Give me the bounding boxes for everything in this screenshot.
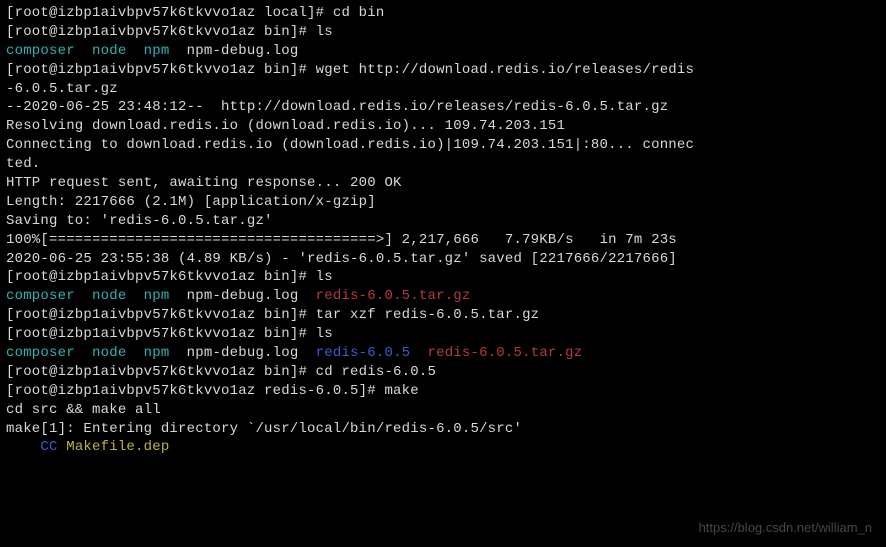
- terminal-text-segment: [root@izbp1aivbpv57k6tkvvo1az bin]# cd r…: [6, 364, 436, 380]
- terminal-text-segment: 2020-06-25 23:55:38 (4.89 KB/s) - 'redis…: [6, 251, 677, 267]
- terminal-text-segment: CC: [40, 439, 57, 455]
- terminal-text-segment: cd src && make all: [6, 402, 161, 418]
- terminal-text-segment: composer: [6, 288, 75, 304]
- terminal-text-segment: make[1]: Entering directory `/usr/local/…: [6, 421, 522, 437]
- terminal-text-segment: [root@izbp1aivbpv57k6tkvvo1az bin]# wget…: [6, 62, 694, 78]
- terminal-text-segment: npm-debug.log: [169, 43, 298, 59]
- terminal-text-segment: [126, 288, 143, 304]
- terminal-text-segment: node: [92, 43, 126, 59]
- terminal-line: [root@izbp1aivbpv57k6tkvvo1az bin]# ls: [6, 268, 880, 287]
- terminal-line: composer node npm npm-debug.log: [6, 42, 880, 61]
- terminal-text-segment: composer: [6, 345, 75, 361]
- terminal-line: -6.0.5.tar.gz: [6, 80, 880, 99]
- terminal-line: CC Makefile.dep: [6, 438, 880, 457]
- watermark-text: https://blog.csdn.net/william_n: [699, 519, 872, 537]
- terminal-text-segment: Resolving download.redis.io (download.re…: [6, 118, 565, 134]
- terminal-line: Saving to: 'redis-6.0.5.tar.gz': [6, 212, 880, 231]
- terminal-text-segment: npm-debug.log: [169, 288, 315, 304]
- terminal-text-segment: npm-debug.log: [169, 345, 315, 361]
- terminal-line: HTTP request sent, awaiting response... …: [6, 174, 880, 193]
- terminal-text-segment: [root@izbp1aivbpv57k6tkvvo1az local]# cd…: [6, 5, 384, 21]
- terminal-text-segment: [126, 43, 143, 59]
- terminal-text-segment: Length: 2217666 (2.1M) [application/x-gz…: [6, 194, 376, 210]
- terminal-text-segment: [75, 288, 92, 304]
- terminal-text-segment: [root@izbp1aivbpv57k6tkvvo1az bin]# ls: [6, 269, 333, 285]
- terminal-text-segment: redis-6.0.5.tar.gz: [428, 345, 583, 361]
- terminal-text-segment: [75, 345, 92, 361]
- terminal-text-segment: npm: [144, 288, 170, 304]
- terminal-text-segment: Saving to: 'redis-6.0.5.tar.gz': [6, 213, 273, 229]
- terminal-text-segment: -6.0.5.tar.gz: [6, 81, 118, 97]
- terminal-text-segment: [root@izbp1aivbpv57k6tkvvo1az bin]# tar …: [6, 307, 539, 323]
- terminal-text-segment: [410, 345, 427, 361]
- terminal-text-segment: [58, 439, 67, 455]
- terminal-text-segment: ted.: [6, 156, 40, 172]
- terminal-text-segment: [root@izbp1aivbpv57k6tkvvo1az bin]# ls: [6, 326, 333, 342]
- terminal-line: Resolving download.redis.io (download.re…: [6, 117, 880, 136]
- terminal-text-segment: HTTP request sent, awaiting response... …: [6, 175, 402, 191]
- terminal-line: [root@izbp1aivbpv57k6tkvvo1az bin]# cd r…: [6, 363, 880, 382]
- terminal-text-segment: npm: [144, 43, 170, 59]
- terminal-text-segment: Connecting to download.redis.io (downloa…: [6, 137, 694, 153]
- terminal-line: ted.: [6, 155, 880, 174]
- terminal-line: [root@izbp1aivbpv57k6tkvvo1az bin]# ls: [6, 325, 880, 344]
- terminal-line: [root@izbp1aivbpv57k6tkvvo1az redis-6.0.…: [6, 382, 880, 401]
- terminal-line: Connecting to download.redis.io (downloa…: [6, 136, 880, 155]
- terminal-text-segment: [6, 439, 40, 455]
- terminal-line: [root@izbp1aivbpv57k6tkvvo1az bin]# tar …: [6, 306, 880, 325]
- terminal-line: make[1]: Entering directory `/usr/local/…: [6, 420, 880, 439]
- terminal-line: 2020-06-25 23:55:38 (4.89 KB/s) - 'redis…: [6, 250, 880, 269]
- terminal-line: --2020-06-25 23:48:12-- http://download.…: [6, 98, 880, 117]
- terminal-line: composer node npm npm-debug.log redis-6.…: [6, 344, 880, 363]
- terminal-line: Length: 2217666 (2.1M) [application/x-gz…: [6, 193, 880, 212]
- terminal-text-segment: 100%[===================================…: [6, 232, 677, 248]
- terminal-output: [root@izbp1aivbpv57k6tkvvo1az local]# cd…: [6, 4, 880, 457]
- terminal-line: cd src && make all: [6, 401, 880, 420]
- terminal-line: composer node npm npm-debug.log redis-6.…: [6, 287, 880, 306]
- terminal-text-segment: [126, 345, 143, 361]
- terminal-text-segment: [root@izbp1aivbpv57k6tkvvo1az redis-6.0.…: [6, 383, 419, 399]
- terminal-text-segment: node: [92, 345, 126, 361]
- terminal-line: [root@izbp1aivbpv57k6tkvvo1az local]# cd…: [6, 4, 880, 23]
- terminal-text-segment: [root@izbp1aivbpv57k6tkvvo1az bin]# ls: [6, 24, 333, 40]
- terminal-text-segment: redis-6.0.5.tar.gz: [316, 288, 471, 304]
- terminal-text-segment: composer: [6, 43, 75, 59]
- terminal-line: 100%[===================================…: [6, 231, 880, 250]
- terminal-text-segment: Makefile.dep: [66, 439, 169, 455]
- terminal-line: [root@izbp1aivbpv57k6tkvvo1az bin]# ls: [6, 23, 880, 42]
- terminal-text-segment: node: [92, 288, 126, 304]
- terminal-line: [root@izbp1aivbpv57k6tkvvo1az bin]# wget…: [6, 61, 880, 80]
- terminal-text-segment: [75, 43, 92, 59]
- terminal-text-segment: --2020-06-25 23:48:12-- http://download.…: [6, 99, 668, 115]
- terminal-text-segment: redis-6.0.5: [316, 345, 411, 361]
- terminal-text-segment: npm: [144, 345, 170, 361]
